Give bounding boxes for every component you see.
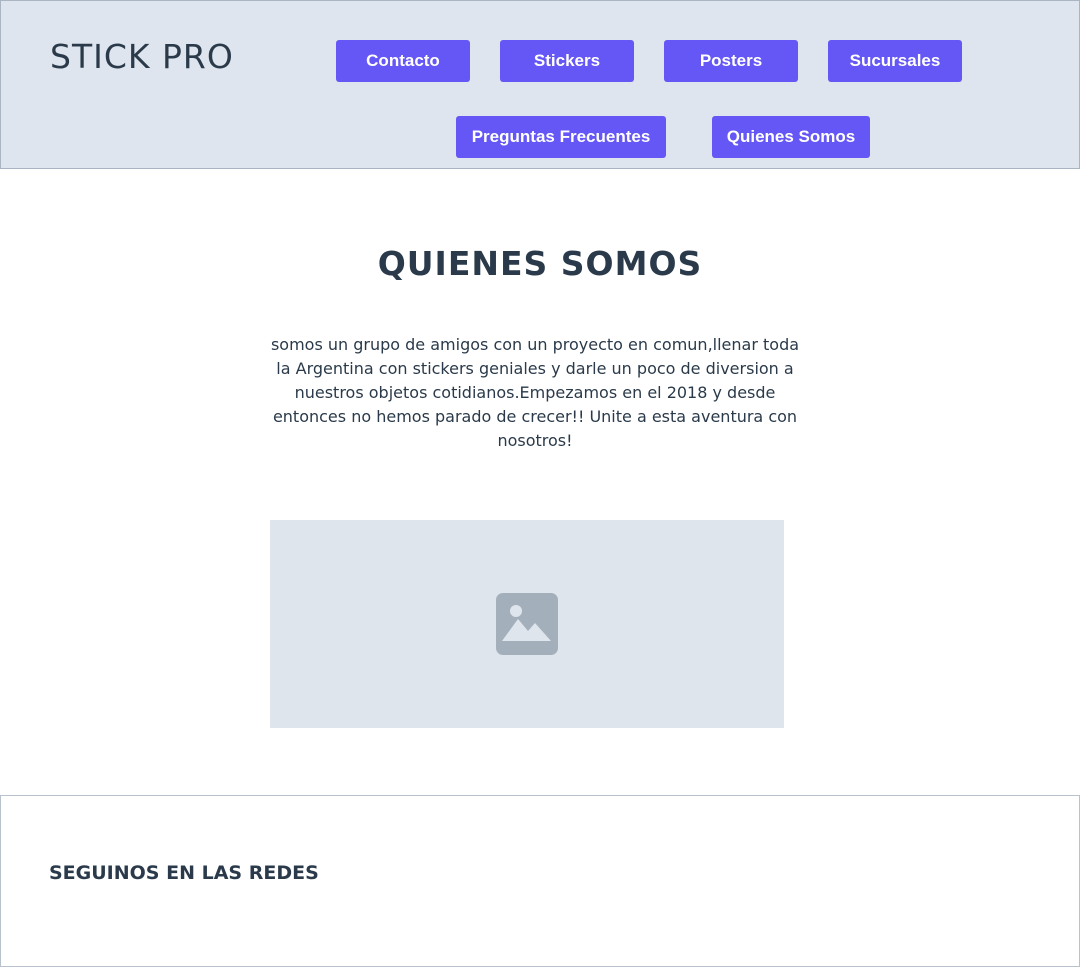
site-header: STICK PRO Contacto Stickers Posters Sucu… — [0, 0, 1080, 169]
about-paragraph: somos un grupo de amigos con un proyecto… — [270, 335, 800, 450]
nav-button-preguntas-frecuentes[interactable]: Preguntas Frecuentes — [456, 116, 666, 158]
image-placeholder — [270, 520, 784, 728]
nav-button-sucursales[interactable]: Sucursales — [828, 40, 962, 82]
social-heading: SEGUINOS EN LAS REDES — [49, 862, 319, 884]
site-footer: SEGUINOS EN LAS REDES — [0, 795, 1080, 967]
site-logo[interactable]: STICK PRO — [50, 37, 234, 77]
image-placeholder-icon — [496, 593, 558, 655]
page-title: QUIENES SOMOS — [377, 244, 703, 283]
nav-button-quienes-somos[interactable]: Quienes Somos — [712, 116, 870, 158]
nav-button-stickers[interactable]: Stickers — [500, 40, 634, 82]
nav-button-contacto[interactable]: Contacto — [336, 40, 470, 82]
nav-button-posters[interactable]: Posters — [664, 40, 798, 82]
